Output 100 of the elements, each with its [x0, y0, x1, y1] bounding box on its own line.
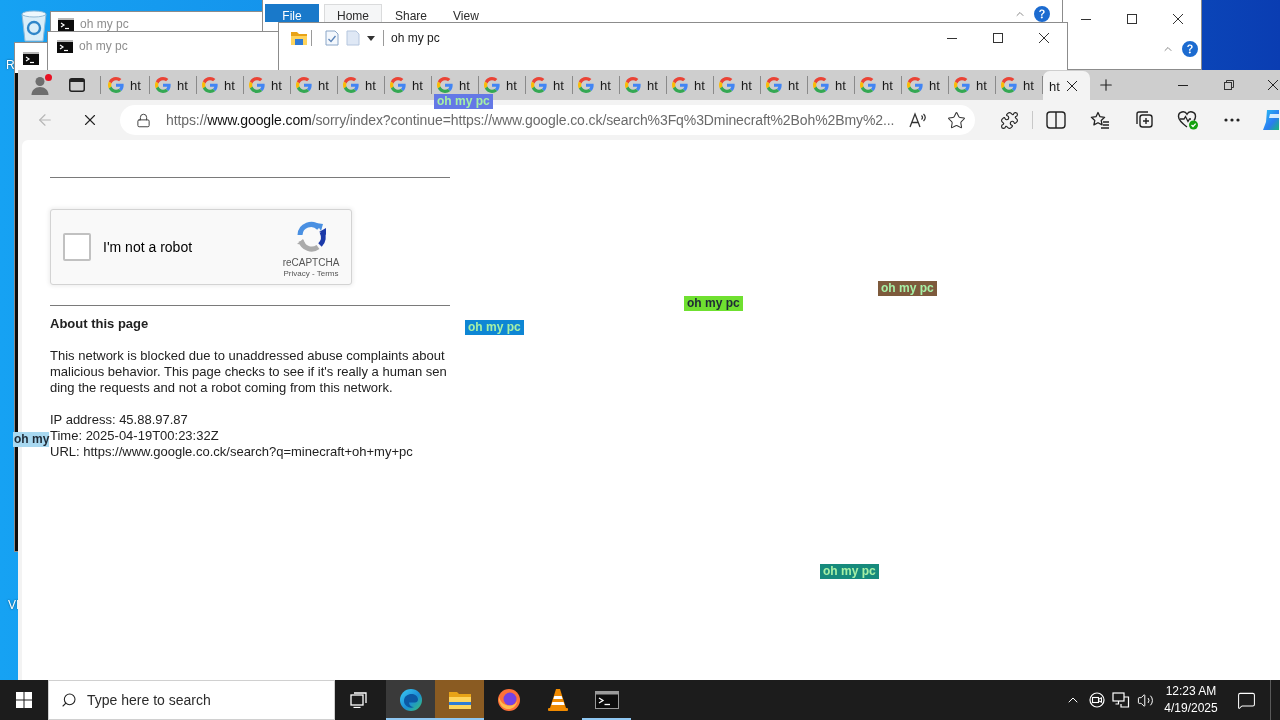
- google-g-icon: [578, 77, 594, 93]
- google-g-icon: [860, 77, 876, 93]
- help-icon: [1034, 6, 1050, 22]
- terminal-icon: [594, 691, 619, 709]
- window-title: oh my pc: [79, 40, 128, 52]
- ribbon-tab[interactable]: Home: [324, 4, 382, 22]
- search-icon: [61, 692, 77, 708]
- traffic-cone-icon: [546, 688, 569, 712]
- close-icon: [1066, 81, 1077, 91]
- minimize-icon: [947, 37, 957, 39]
- close-icon: [1173, 14, 1183, 24]
- about-heading: About this page: [50, 316, 150, 332]
- browser-tab[interactable]: ht: [526, 70, 573, 100]
- taskbar-search-field[interactable]: Type here to search: [48, 680, 335, 720]
- google-g-icon: [672, 77, 688, 93]
- google-g-icon: [390, 77, 406, 93]
- close-icon: [1039, 33, 1049, 43]
- star-list-icon: [1090, 111, 1110, 129]
- ribbon-tab[interactable]: File: [265, 4, 319, 22]
- star-icon[interactable]: [947, 110, 966, 130]
- window-title: oh my pc: [391, 32, 440, 44]
- google-g-icon: [249, 77, 265, 93]
- network-icon: [1112, 692, 1130, 708]
- search-input[interactable]: Type here to search: [87, 689, 317, 711]
- floating-label-tooltip: oh my pc: [684, 296, 743, 311]
- browser-tab[interactable]: ht: [808, 70, 855, 100]
- taskbar-app-button[interactable]: [386, 680, 435, 720]
- browser-tab[interactable]: ht: [855, 70, 902, 100]
- google-g-icon: [954, 77, 970, 93]
- browser-tab[interactable]: ht: [338, 70, 385, 100]
- google-g-icon: [108, 77, 124, 93]
- restore-icon: [1224, 80, 1234, 90]
- ellipsis-icon: [1224, 118, 1240, 122]
- browser-tab[interactable]: ht: [1043, 71, 1090, 101]
- windows-logo-icon: [16, 692, 32, 708]
- browser-tab[interactable]: ht: [714, 70, 761, 100]
- maximize-icon: [1127, 14, 1137, 24]
- document-check-icon: [325, 30, 339, 46]
- plus-icon: [1097, 76, 1115, 94]
- google-g-icon: [1001, 77, 1017, 93]
- help-icon: [1182, 41, 1198, 57]
- swirl-logo-icon: [398, 688, 423, 712]
- browser-tab[interactable]: ht: [291, 70, 338, 100]
- detail-line: Time: 2025-04-19T00:23:32Z: [50, 428, 220, 443]
- split-screen-icon: [1046, 111, 1066, 129]
- browser-tab[interactable]: ht: [244, 70, 291, 100]
- google-g-icon: [625, 77, 641, 93]
- clock-time[interactable]: 12:23 AM: [1165, 683, 1217, 700]
- google-g-icon: [719, 77, 735, 93]
- google-g-icon: [296, 77, 312, 93]
- captcha-label: I'm not a robot: [103, 239, 193, 255]
- browser-tab[interactable]: ht: [902, 70, 949, 100]
- circular-arrows-icon: [295, 221, 327, 253]
- browser-tab[interactable]: ht: [150, 70, 197, 100]
- google-g-icon: [437, 77, 453, 93]
- browser-tab[interactable]: ht: [996, 70, 1043, 100]
- browser-tab[interactable]: ht: [103, 70, 150, 100]
- browser-tab[interactable]: ht: [573, 70, 620, 100]
- url-text: https://www.google.com/sorry/index?continue=https://www.google.co.ck/search%3Fq%3Dminecraft%2Boh%2Bmy%2...: [166, 112, 895, 128]
- google-g-icon: [813, 77, 829, 93]
- browser-tab[interactable]: ht: [949, 70, 996, 100]
- detail-line: IP address: 45.88.97.87: [50, 412, 189, 428]
- maximize-icon: [993, 33, 1003, 43]
- privacy-terms-links[interactable]: Privacy - Terms: [283, 269, 339, 279]
- heart-pulse-icon: [1177, 110, 1199, 130]
- recycle-bin-icon: [18, 8, 50, 42]
- clock-date[interactable]: 4/19/2025: [1164, 700, 1218, 717]
- explanation-paragraph: This network is blocked due to unaddressed abuse complaints about malicious behavior. This page checks to see if it's really a human sending the requests and not a robot coming from this network.: [50, 348, 448, 396]
- ribbon-tab[interactable]: View: [440, 4, 492, 22]
- browser-tab[interactable]: ht: [667, 70, 714, 100]
- volume-icon: [1136, 691, 1154, 709]
- browser-tab[interactable]: ht: [197, 70, 244, 100]
- ribbon-tab[interactable]: Share: [382, 4, 441, 22]
- window-frame-icon: [69, 78, 85, 92]
- stacked-plus-icon: [1134, 110, 1154, 130]
- browser-tab[interactable]: ht: [761, 70, 808, 100]
- floating-label-tooltip: oh my pc: [434, 94, 493, 109]
- console-icon: [23, 51, 39, 65]
- floating-label-tooltip: oh my pc: [465, 320, 524, 335]
- console-icon: [57, 39, 73, 53]
- google-g-icon: [766, 77, 782, 93]
- lock-icon: [136, 112, 151, 128]
- google-g-icon: [202, 77, 218, 93]
- floating-label-tooltip: oh my pc: [820, 564, 879, 579]
- google-g-icon: [531, 77, 547, 93]
- folder-icon: [447, 690, 472, 710]
- speech-bubble-icon: [1236, 690, 1256, 710]
- window-title: oh my pc: [80, 18, 129, 30]
- close-icon: [1268, 80, 1278, 90]
- browser-tab[interactable]: ht: [385, 70, 432, 100]
- captcha-checkbox[interactable]: [63, 233, 91, 261]
- detail-line: URL: https://www.google.co.ck/search?q=minecraft+oh+my+pc: [50, 444, 414, 460]
- camera-icon: [1089, 692, 1105, 708]
- google-g-icon: [907, 77, 923, 93]
- caret-down-icon: [367, 35, 375, 41]
- minimize-icon: [1178, 84, 1188, 86]
- google-g-icon: [155, 77, 171, 93]
- browser-tab[interactable]: ht: [620, 70, 667, 100]
- puzzle-icon: [999, 110, 1019, 130]
- person-silhouette-icon: [30, 75, 50, 95]
